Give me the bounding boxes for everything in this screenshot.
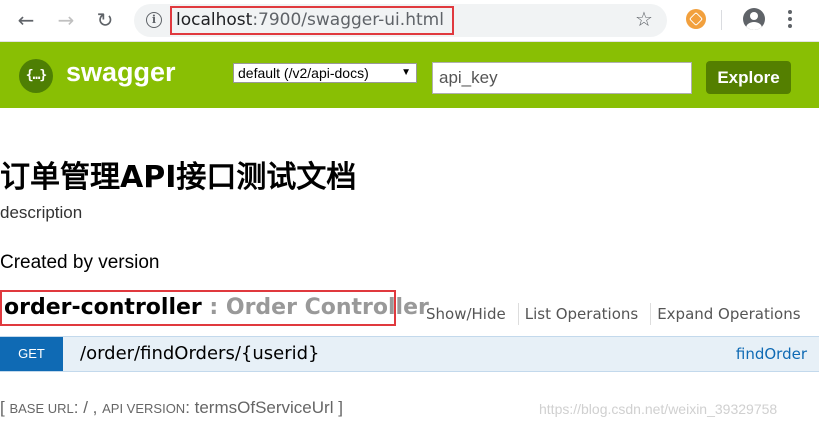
site-info-icon[interactable]: i xyxy=(146,12,162,28)
extension-icon[interactable] xyxy=(686,9,706,29)
http-method-badge[interactable]: GET xyxy=(0,337,63,371)
url-host: localhost xyxy=(176,10,253,30)
api-description: description xyxy=(0,203,83,222)
account-icon[interactable] xyxy=(743,8,765,30)
show-hide-link[interactable]: Show/Hide xyxy=(420,305,518,323)
controller-operations: Show/Hide List Operations Expand Operation… xyxy=(420,303,813,325)
controller-heading[interactable]: order-controller : Order Controller xyxy=(0,290,429,326)
toolbar-divider xyxy=(721,10,722,30)
api-version-label: API VERSION xyxy=(102,401,186,416)
operation-row[interactable]: GET /order/findOrders/{userid} findOrder xyxy=(0,336,819,372)
created-by-text: Created by version xyxy=(0,252,160,273)
api-spec-select[interactable]: default (/v2/api-docs) ▼ xyxy=(233,63,417,83)
forward-icon[interactable]: → xyxy=(54,8,78,32)
list-operations-link[interactable]: List Operations xyxy=(519,305,650,323)
browser-toolbar: ← → ↻ i localhost:7900/swagger-ui.html ☆ xyxy=(0,0,819,42)
controller-name[interactable]: order-controller xyxy=(4,295,202,320)
swagger-header: {…} swagger default (/v2/api-docs) ▼ Exp… xyxy=(0,42,819,108)
url-path: :7900/swagger-ui.html xyxy=(252,10,444,30)
api-version-value: : termsOfServiceUrl ] xyxy=(185,398,343,417)
page-title: 订单管理API接口测试文档 xyxy=(0,160,357,195)
address-bar[interactable]: i localhost:7900/swagger-ui.html ☆ xyxy=(134,4,667,37)
expand-operations-link[interactable]: Expand Operations xyxy=(651,305,812,323)
api-spec-select-value: default (/v2/api-docs) xyxy=(238,65,369,81)
swagger-logo-icon[interactable]: {…} xyxy=(19,59,53,93)
watermark: https://blog.csdn.net/weixin_39329758 xyxy=(539,401,778,417)
api-key-input[interactable] xyxy=(432,62,692,94)
api-footer-info: [ BASE URL: / , API VERSION: termsOfServ… xyxy=(0,398,343,418)
base-url-label: BASE URL xyxy=(9,401,74,416)
swagger-logo-text[interactable]: swagger xyxy=(66,57,176,88)
back-icon[interactable]: ← xyxy=(14,8,38,32)
explore-button[interactable]: Explore xyxy=(706,61,791,94)
controller-description: : Order Controller xyxy=(201,295,429,320)
reload-icon[interactable]: ↻ xyxy=(93,8,117,32)
bookmark-star-icon[interactable]: ☆ xyxy=(635,7,653,31)
operation-nickname[interactable]: findOrder xyxy=(736,345,807,363)
url-text[interactable]: localhost:7900/swagger-ui.html xyxy=(170,6,454,35)
chevron-down-icon: ▼ xyxy=(401,67,411,78)
operation-path[interactable]: /order/findOrders/{userid} xyxy=(80,343,319,364)
browser-menu-icon[interactable] xyxy=(787,10,793,30)
base-url-value: : / , xyxy=(73,398,103,417)
